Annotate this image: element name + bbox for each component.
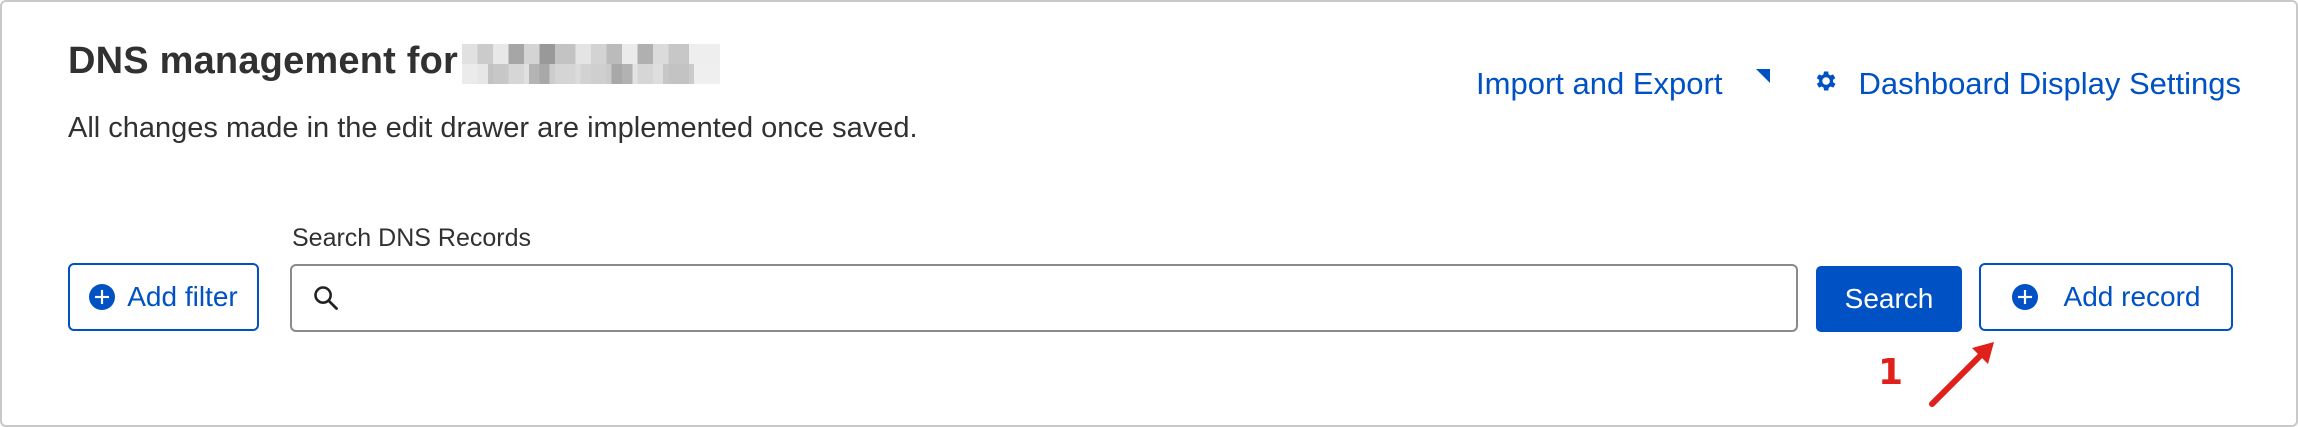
- corner-caret-icon[interactable]: [1756, 69, 1771, 83]
- plus-circle-icon: [89, 284, 116, 310]
- annotation-arrow-icon: [1929, 342, 1994, 407]
- dashboard-display-settings-link[interactable]: Dashboard Display Settings: [1812, 66, 2241, 102]
- add-filter-button[interactable]: Add filter: [68, 263, 259, 331]
- page-title: DNS management for: [68, 40, 459, 82]
- plus-circle-icon: [2011, 284, 2038, 310]
- dns-management-card: DNS management for All changes made in t…: [0, 0, 2298, 427]
- add-record-label: Add record: [2063, 281, 2201, 312]
- header-links: Import and Export Dashboard Display Sett…: [1476, 66, 2241, 102]
- add-record-button[interactable]: Add record: [1979, 263, 2233, 331]
- redacted-domain-name: [462, 43, 721, 84]
- search-icon: [314, 286, 338, 310]
- search-dns-records-label: Search DNS Records: [292, 224, 531, 252]
- annotation-step-number: 1: [1878, 352, 1904, 393]
- search-button[interactable]: Search: [1816, 266, 1962, 332]
- search-input[interactable]: [340, 266, 1796, 330]
- dashboard-display-settings-label: Dashboard Display Settings: [1858, 66, 2241, 101]
- search-input-container[interactable]: [290, 264, 1798, 332]
- page-subtitle: All changes made in the edit drawer are …: [68, 112, 918, 144]
- import-export-label: Import and Export: [1476, 66, 1723, 101]
- import-export-link[interactable]: Import and Export: [1476, 66, 1722, 102]
- add-filter-label: Add filter: [127, 281, 238, 312]
- title-row: DNS management for: [68, 40, 721, 84]
- gear-icon: [1817, 71, 1836, 91]
